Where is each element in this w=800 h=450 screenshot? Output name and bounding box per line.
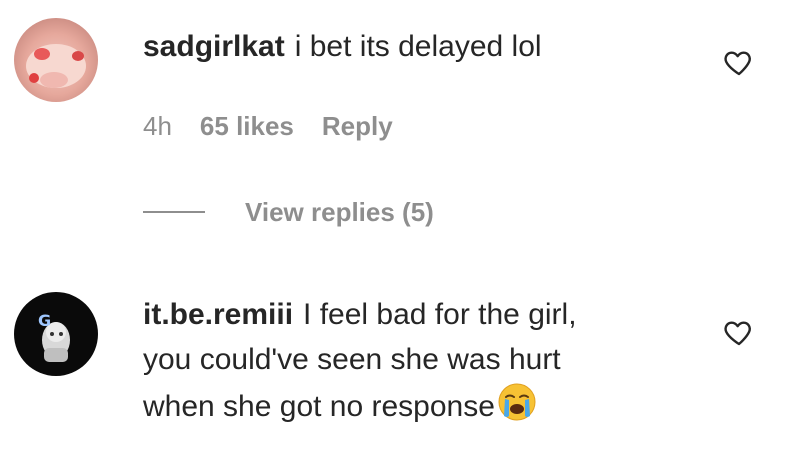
avatar[interactable]: G bbox=[14, 292, 98, 376]
avatar[interactable] bbox=[14, 18, 98, 102]
view-replies-label: View replies (5) bbox=[245, 196, 434, 227]
comment-timestamp[interactable]: 4h bbox=[143, 111, 172, 142]
comment-body: i bet its delayed lol bbox=[294, 30, 542, 63]
comment-text-block: sadgirlkat i bet its delayed lol bbox=[143, 24, 542, 69]
svg-text:G: G bbox=[38, 311, 51, 330]
comment-username[interactable]: it.be.remiii bbox=[143, 298, 293, 331]
comment-item: sadgirlkat i bet its delayed lol 4h 65 li… bbox=[0, 0, 800, 190]
replies-divider bbox=[143, 211, 205, 213]
view-replies-button[interactable]: View replies (5) bbox=[143, 192, 434, 232]
comment-like-count[interactable]: 65 likes bbox=[200, 111, 294, 142]
comment-meta: 4h 65 likes Reply bbox=[143, 108, 393, 144]
comment-username[interactable]: sadgirlkat bbox=[143, 30, 285, 63]
reply-button[interactable]: Reply bbox=[322, 111, 393, 142]
comment-text-block: it.be.remiii I feel bad for the girl, you… bbox=[143, 292, 703, 429]
heart-outline-icon[interactable] bbox=[722, 316, 756, 348]
comment-item: G it.be.remiii I feel bad for the girl, y… bbox=[0, 280, 800, 450]
heart-outline-icon[interactable] bbox=[722, 46, 756, 78]
crying-face-icon bbox=[497, 382, 537, 422]
